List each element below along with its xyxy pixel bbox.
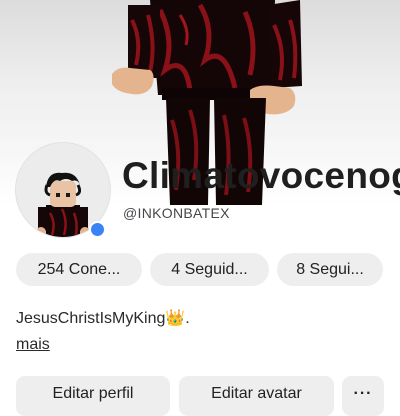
online-status-indicator (89, 221, 106, 238)
bio-more-link[interactable]: mais (16, 336, 50, 354)
bio-suffix: . (185, 310, 190, 327)
bio: JesusChristIsMyKing👑. (16, 308, 190, 328)
display-name: Climatovocenog (122, 155, 400, 196)
connections-button[interactable]: 254 Cone... (16, 253, 142, 286)
crown-icon: 👑 (165, 310, 186, 327)
edit-profile-button[interactable]: Editar perfil (16, 376, 170, 416)
bio-text: JesusChristIsMyKing (16, 310, 166, 327)
more-options-button[interactable]: ··· (342, 376, 384, 416)
edit-avatar-button[interactable]: Editar avatar (179, 376, 334, 416)
username: @INKONBATEX (123, 205, 230, 221)
followers-button[interactable]: 4 Seguid... (150, 253, 269, 286)
following-button[interactable]: 8 Segui... (277, 253, 383, 286)
